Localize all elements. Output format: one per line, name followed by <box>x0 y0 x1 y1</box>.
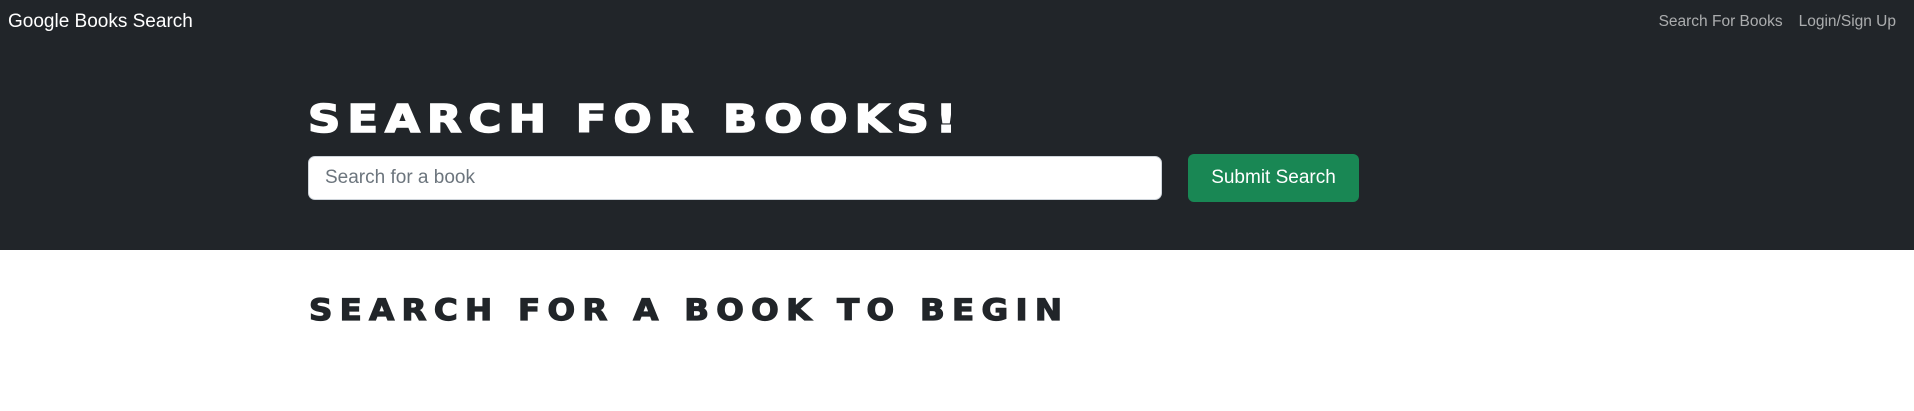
brand-link[interactable]: Google Books Search <box>8 11 193 33</box>
search-input[interactable] <box>308 156 1162 200</box>
nav-link-search-for-books[interactable]: Search For Books <box>1659 13 1783 31</box>
nav-links: Search For Books Login/Sign Up <box>1659 13 1896 31</box>
hero: SEARCH FOR BOOKS! <box>307 96 957 142</box>
submit-search-button[interactable]: Submit Search <box>1188 154 1359 202</box>
header-section: Google Books Search Search For Books Log… <box>0 0 1914 250</box>
page-title: SEARCH FOR BOOKS! <box>307 96 964 142</box>
navbar: Google Books Search Search For Books Log… <box>0 0 1914 44</box>
search-form: Submit Search <box>308 154 1359 202</box>
nav-link-login-signup[interactable]: Login/Sign Up <box>1799 13 1896 31</box>
results-heading: SEARCH FOR A BOOK TO BEGIN <box>308 292 1070 327</box>
